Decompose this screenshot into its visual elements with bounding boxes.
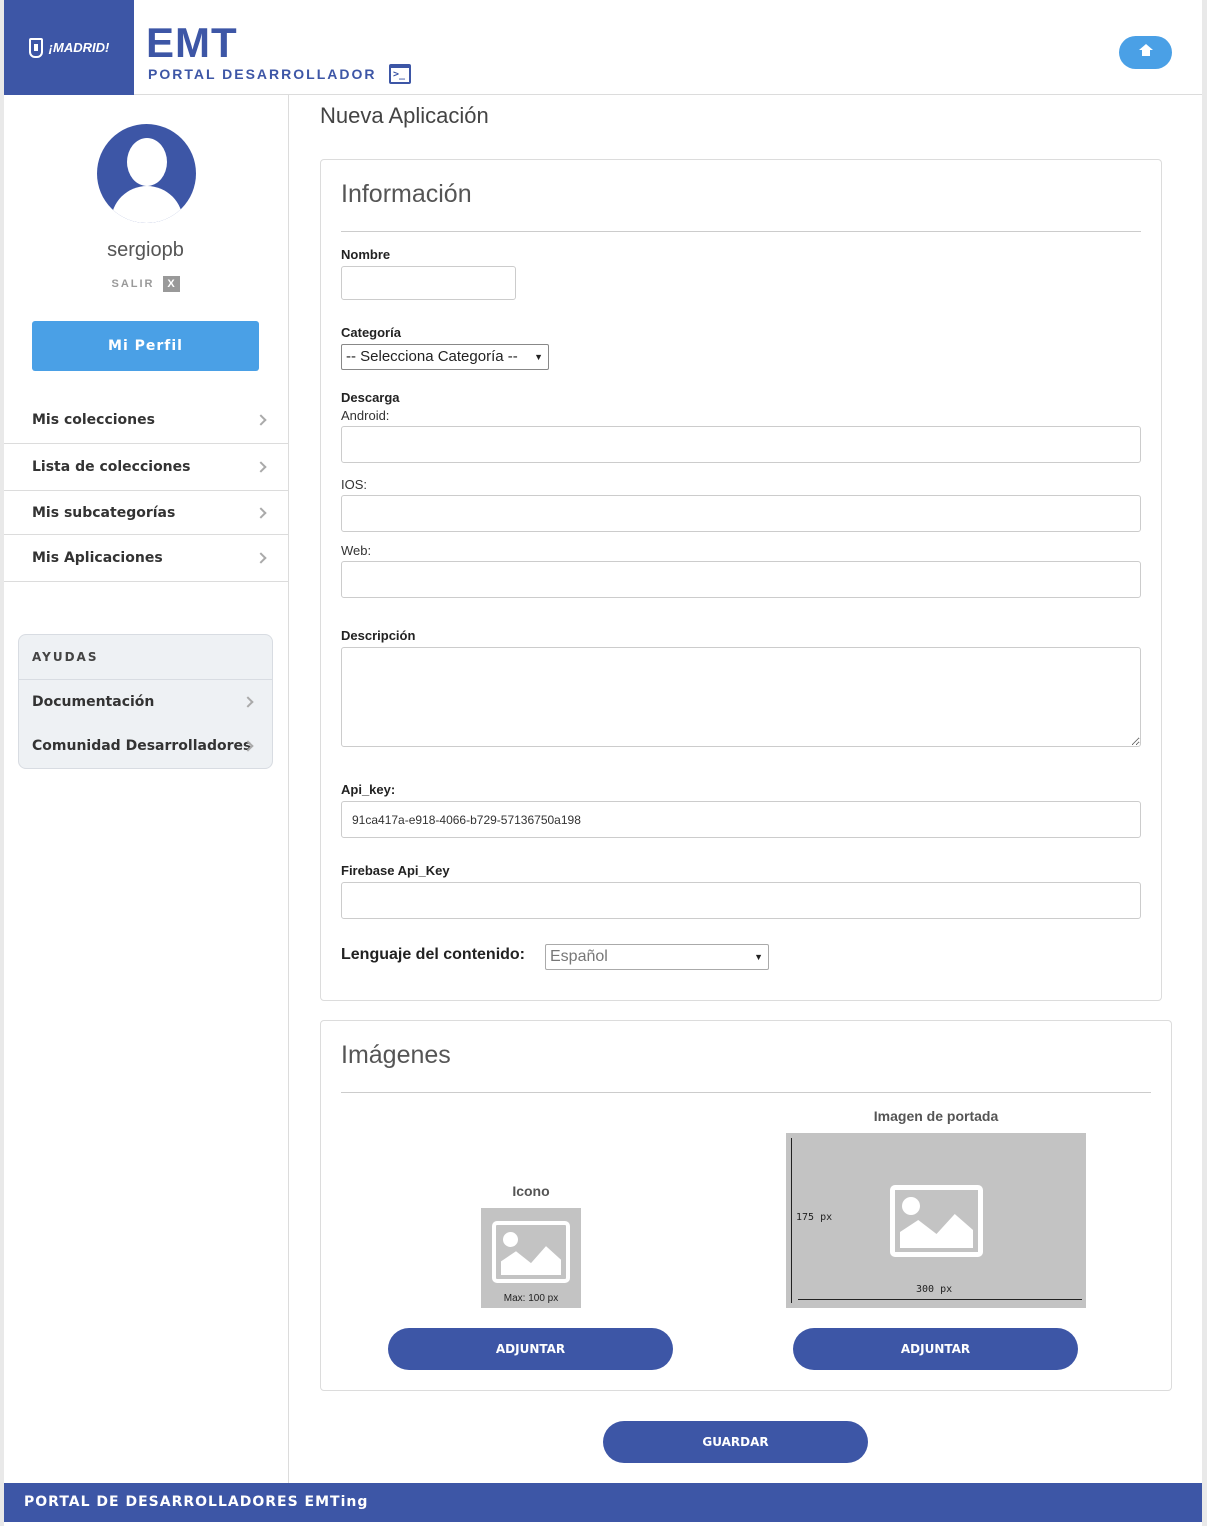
icon-max-size: Max: 100 px	[503, 1293, 559, 1304]
cover-image-placeholder: 175 px 300 px	[786, 1133, 1086, 1308]
description-label: Descripción	[341, 628, 416, 643]
cover-label: Imagen de portada	[873, 1108, 999, 1124]
chevron-right-icon	[255, 461, 267, 473]
apikey-input[interactable]	[341, 801, 1141, 838]
page-frame: ¡MADRID! EMT PORTAL DESARROLLADOR >_ ser…	[4, 0, 1202, 1526]
terminal-icon[interactable]: >_	[389, 64, 411, 84]
android-url-input[interactable]	[341, 426, 1141, 463]
chevron-down-icon: ▼	[534, 352, 543, 362]
avatar	[97, 124, 196, 223]
sidebar-item-mis-aplicaciones[interactable]: Mis Aplicaciones	[4, 535, 289, 582]
logout-link[interactable]: SALIR X	[4, 276, 287, 292]
sidebar-item-label: Lista de colecciones	[32, 459, 191, 475]
web-label: Web:	[341, 543, 372, 558]
icon-label: Icono	[512, 1183, 550, 1199]
madrid-logo[interactable]: ¡MADRID!	[4, 0, 134, 95]
divider	[341, 231, 1141, 232]
height-dimension-line	[791, 1138, 792, 1303]
help-box: AYUDAS Documentación Comunidad Desarroll…	[18, 634, 273, 769]
save-button[interactable]: GUARDAR	[603, 1421, 868, 1463]
help-item-label: Comunidad Desarrolladores	[32, 738, 252, 754]
madrid-crest-icon	[28, 37, 43, 58]
help-title: AYUDAS	[19, 635, 272, 680]
attach-cover-button[interactable]: ADJUNTAR	[793, 1328, 1078, 1370]
chevron-down-icon: ▼	[754, 952, 763, 962]
footer: PORTAL DE DESARROLLADORES EMTing	[4, 1483, 1202, 1522]
category-label: Categoría	[341, 325, 401, 340]
icon-image-placeholder: Max: 100 px	[481, 1208, 581, 1308]
avatar-head	[127, 138, 167, 186]
sidebar-item-label: Mis subcategorías	[32, 505, 176, 521]
sidebar-nav: Mis colecciones Lista de colecciones Mis…	[4, 397, 289, 582]
close-icon[interactable]: X	[162, 276, 180, 292]
info-heading: Información	[341, 180, 472, 208]
image-icon	[890, 1185, 983, 1257]
web-url-input[interactable]	[341, 561, 1141, 598]
language-label: Lenguaje del contenido:	[341, 946, 526, 963]
divider	[341, 1092, 1151, 1093]
sidebar-item-label: Mis Aplicaciones	[32, 550, 163, 566]
chevron-right-icon	[255, 506, 267, 519]
chevron-right-icon	[255, 552, 267, 564]
language-selected-value: Español	[550, 948, 608, 965]
sidebar-item-mis-subcategorias[interactable]: Mis subcategorías	[4, 491, 289, 535]
terminal-glyph: >_	[393, 69, 406, 80]
brand-subtitle[interactable]: PORTAL DESARROLLADOR	[148, 66, 376, 82]
help-item-documentacion[interactable]: Documentación	[19, 680, 272, 724]
logout-label: SALIR	[111, 278, 155, 290]
chevron-right-icon	[242, 696, 254, 708]
sidebar-item-lista-colecciones[interactable]: Lista de colecciones	[4, 444, 289, 491]
download-label: Descarga	[341, 390, 400, 405]
cover-width-label: 300 px	[916, 1284, 953, 1295]
ios-url-input[interactable]	[341, 495, 1141, 532]
page-title: Nueva Aplicación	[320, 103, 489, 128]
name-label: Nombre	[341, 247, 391, 262]
brand-title[interactable]: EMT	[146, 22, 238, 64]
profile-button[interactable]: Mi Perfil	[32, 321, 259, 371]
sidebar-item-label: Mis colecciones	[32, 412, 155, 428]
apikey-label: Api_key:	[341, 782, 396, 797]
header: ¡MADRID! EMT PORTAL DESARROLLADOR >_	[4, 0, 1202, 95]
home-icon	[1138, 43, 1153, 58]
username: sergiopb	[107, 239, 184, 261]
help-item-label: Documentación	[32, 694, 155, 710]
images-heading: Imágenes	[341, 1041, 451, 1069]
home-button[interactable]	[1119, 36, 1172, 69]
category-select[interactable]: -- Selecciona Categoría -- ▼	[341, 344, 549, 370]
chevron-right-icon	[255, 414, 267, 426]
android-label: Android:	[341, 408, 390, 423]
help-item-comunidad[interactable]: Comunidad Desarrolladores	[19, 724, 272, 768]
category-selected-value: -- Selecciona Categoría --	[346, 348, 518, 365]
firebase-label: Firebase Api_Key	[341, 863, 450, 878]
info-panel: Información Nombre Categoría -- Seleccio…	[320, 159, 1162, 1001]
name-input[interactable]	[341, 266, 516, 300]
avatar-body	[111, 186, 183, 223]
madrid-logo-text: ¡MADRID!	[48, 40, 110, 55]
ios-label: IOS:	[341, 477, 368, 492]
sidebar-item-mis-colecciones[interactable]: Mis colecciones	[4, 397, 289, 444]
image-icon	[492, 1221, 570, 1283]
image-icon-sun	[503, 1232, 518, 1247]
cover-height-label: 175 px	[796, 1212, 833, 1223]
image-icon-sun	[902, 1197, 920, 1215]
images-panel: Imágenes Icono Max: 100 px ADJUNTAR Imag…	[320, 1020, 1172, 1391]
firebase-apikey-input[interactable]	[341, 882, 1141, 919]
description-textarea[interactable]	[341, 647, 1141, 747]
attach-icon-button[interactable]: ADJUNTAR	[388, 1328, 673, 1370]
sidebar: sergiopb SALIR X Mi Perfil Mis coleccion…	[4, 95, 289, 1483]
width-dimension-line	[798, 1299, 1082, 1300]
language-select[interactable]: Español ▼	[545, 944, 769, 970]
